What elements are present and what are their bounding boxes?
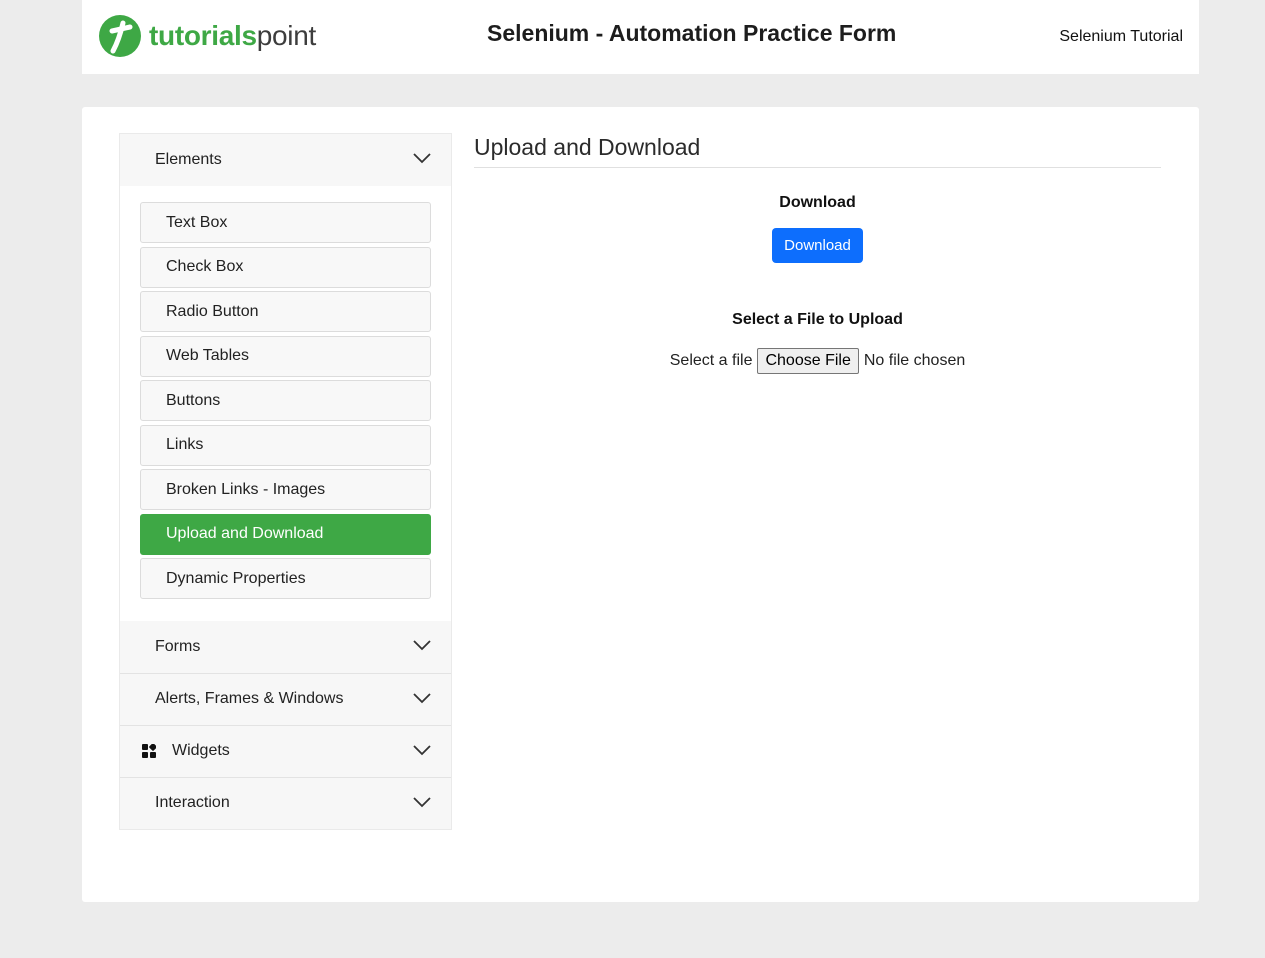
logo-text: tutorialspoint: [149, 22, 316, 50]
file-upload-row: Select a file Choose File No file chosen: [474, 348, 1161, 374]
choose-file-button[interactable]: Choose File: [757, 348, 859, 374]
menu-item-links[interactable]: Links: [140, 424, 431, 466]
accordion-alerts-frames-windows[interactable]: Alerts, Frames & Windows: [120, 672, 451, 725]
elements-menu: Text Box Check Box Radio Button Web Tabl…: [120, 186, 451, 621]
accordion-elements[interactable]: Elements: [120, 134, 451, 186]
accordion-interaction[interactable]: Interaction: [120, 776, 451, 829]
download-button-wrap: Download: [474, 212, 1161, 263]
accordion-forms-label: Forms: [155, 637, 201, 655]
chevron-down-icon: [413, 153, 431, 164]
sidebar-accordion: Elements Text Box Check Box Radio Button…: [119, 133, 452, 830]
file-status: No file chosen: [863, 352, 966, 369]
accordion-widgets[interactable]: Widgets: [120, 724, 451, 777]
chevron-down-icon: [413, 639, 431, 650]
main-content: Upload and Download Download Download Se…: [474, 133, 1161, 374]
section-title: Upload and Download: [474, 133, 1161, 168]
accordion-widgets-label: Widgets: [172, 742, 230, 759]
page-title: Selenium - Automation Practice Form: [487, 20, 897, 46]
logo[interactable]: tutorialspoint: [98, 14, 316, 58]
accordion-alerts-label: Alerts, Frames & Windows: [155, 690, 344, 707]
menu-item-check-box[interactable]: Check Box: [140, 246, 431, 288]
menu-item-text-box[interactable]: Text Box: [140, 202, 431, 243]
content-card: Elements Text Box Check Box Radio Button…: [82, 107, 1199, 902]
logo-text-bold: tutorials: [149, 20, 257, 51]
selenium-tutorial-link[interactable]: Selenium Tutorial: [1059, 28, 1183, 46]
chevron-down-icon: [413, 744, 431, 755]
accordion-forms[interactable]: Forms: [120, 620, 451, 673]
menu-item-dynamic-properties[interactable]: Dynamic Properties: [140, 558, 431, 599]
menu-item-web-tables[interactable]: Web Tables: [140, 335, 431, 377]
chevron-down-icon: [413, 692, 431, 703]
accordion-interaction-label: Interaction: [155, 794, 230, 811]
menu-item-broken-links-images[interactable]: Broken Links - Images: [140, 469, 431, 510]
logo-text-light: point: [256, 20, 317, 51]
upload-heading: Select a File to Upload: [732, 311, 903, 328]
chevron-down-icon: [413, 796, 431, 807]
tutorialspoint-logo-icon: [99, 15, 141, 57]
grid-icon: [142, 744, 156, 758]
download-heading: Download: [779, 194, 856, 211]
menu-item-buttons[interactable]: Buttons: [140, 380, 431, 421]
file-label: Select a file: [669, 352, 753, 369]
menu-item-radio-button[interactable]: Radio Button: [140, 291, 431, 332]
site-header: tutorialspoint Selenium - Automation Pra…: [82, 0, 1199, 74]
download-button[interactable]: Download: [772, 228, 863, 263]
menu-item-upload-and-download[interactable]: Upload and Download: [140, 513, 431, 555]
accordion-elements-label: Elements: [155, 151, 222, 168]
